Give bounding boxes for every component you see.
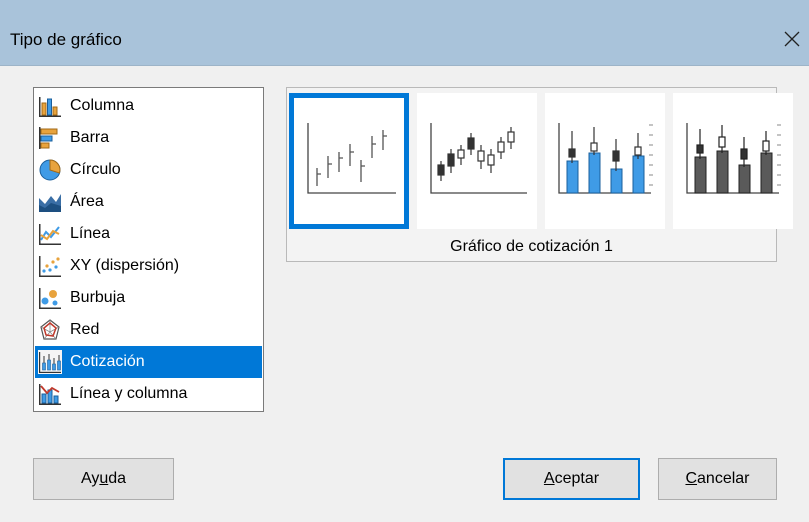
list-item-burbuja[interactable]: Burbuja bbox=[35, 282, 262, 314]
cancel-button-label: Cancelar bbox=[685, 470, 750, 487]
stock-2-icon bbox=[430, 123, 527, 194]
list-item-label: Cotización bbox=[70, 353, 145, 370]
list-item-cotizacion[interactable]: Cotización bbox=[35, 346, 262, 378]
list-item-label: Columna bbox=[70, 97, 135, 114]
area-chart-icon bbox=[38, 190, 62, 214]
cancel-button[interactable]: Cancelar bbox=[658, 458, 777, 500]
list-item-label: Círculo bbox=[70, 161, 121, 178]
stock-1-icon bbox=[307, 123, 396, 194]
xy-scatter-chart-icon bbox=[38, 254, 62, 278]
close-button[interactable] bbox=[775, 22, 809, 56]
close-icon bbox=[784, 31, 800, 47]
list-item-label: Línea bbox=[70, 225, 111, 242]
stock-4-icon bbox=[686, 123, 781, 194]
list-item-label: XY (dispersión) bbox=[70, 257, 180, 274]
list-item-label: Red bbox=[70, 321, 100, 338]
stock-variant-1[interactable] bbox=[289, 93, 409, 229]
bubble-chart-icon bbox=[38, 286, 62, 310]
list-item-red[interactable]: Red bbox=[35, 314, 262, 346]
pie-chart-icon bbox=[38, 158, 62, 182]
stock-variant-3[interactable] bbox=[545, 93, 665, 229]
chart-variant-gallery: Gráfico de cotización 1 bbox=[286, 87, 793, 262]
stock-chart-icon bbox=[38, 350, 62, 374]
title-bar: Tipo de gráfico bbox=[0, 0, 809, 66]
ok-button[interactable]: Aceptar bbox=[503, 458, 640, 500]
bar-chart-icon bbox=[38, 126, 62, 150]
line-chart-icon bbox=[38, 222, 62, 246]
list-item-linea[interactable]: Línea bbox=[35, 218, 262, 250]
help-button[interactable]: Ayuda bbox=[33, 458, 174, 500]
list-item-linea-y-columna[interactable]: Línea y columna bbox=[35, 378, 262, 410]
list-item-xy[interactable]: XY (dispersión) bbox=[35, 250, 262, 282]
list-item-label: Área bbox=[70, 193, 104, 210]
stock-variant-4[interactable] bbox=[673, 93, 793, 229]
list-item-columna[interactable]: Columna bbox=[35, 90, 262, 122]
line-and-column-chart-icon bbox=[38, 382, 62, 406]
variant-caption: Gráfico de cotización 1 bbox=[450, 238, 613, 255]
list-item-area[interactable]: Área bbox=[35, 186, 262, 218]
list-item-circulo[interactable]: Círculo bbox=[35, 154, 262, 186]
net-chart-icon bbox=[38, 318, 62, 342]
column-chart-icon bbox=[38, 94, 62, 118]
window-title: Tipo de gráfico bbox=[10, 30, 122, 49]
stock-3-icon bbox=[558, 123, 653, 194]
list-item-label: Línea y columna bbox=[70, 385, 188, 402]
list-item-label: Burbuja bbox=[70, 289, 126, 306]
list-item-barra[interactable]: Barra bbox=[35, 122, 262, 154]
list-item-label: Barra bbox=[70, 129, 110, 146]
ok-button-label: Aceptar bbox=[543, 470, 600, 487]
help-button-label: Ayuda bbox=[80, 470, 127, 487]
stock-variant-2[interactable] bbox=[417, 93, 537, 229]
chart-type-list[interactable]: Columna Barra Círculo Área Línea XY (dis… bbox=[33, 87, 264, 412]
